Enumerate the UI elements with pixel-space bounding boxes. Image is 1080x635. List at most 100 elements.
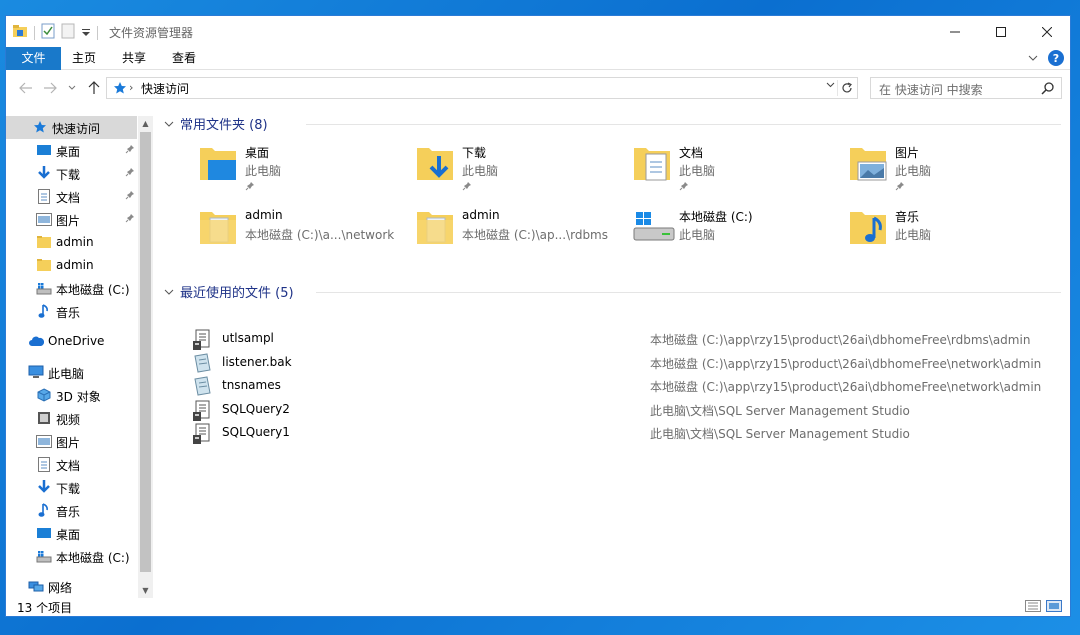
- collapse-chevron-icon: [164, 289, 174, 295]
- sidebar-item[interactable]: 下载: [6, 162, 137, 185]
- sql-file-icon: [192, 400, 212, 421]
- sidebar-item[interactable]: 此电脑: [6, 361, 137, 384]
- sidebar-item[interactable]: admin: [6, 231, 137, 254]
- details-view-icon[interactable]: [1025, 600, 1041, 615]
- sidebar-item-label: 桌面: [56, 528, 81, 542]
- tab-home[interactable]: 主页: [62, 47, 106, 70]
- item-count: 13 个项目: [17, 601, 73, 615]
- sidebar-item[interactable]: 图片: [6, 208, 137, 231]
- sidebar-item[interactable]: 文档: [6, 453, 137, 476]
- tile-location: 此电脑: [895, 164, 932, 178]
- sidebar-item[interactable]: 图片: [6, 430, 137, 453]
- sidebar-item[interactable]: 快速访问: [6, 116, 137, 139]
- help-icon[interactable]: ?: [1048, 50, 1064, 66]
- search-placeholder[interactable]: 在 快速访问 中搜索: [879, 81, 983, 98]
- drive-icon: [36, 280, 52, 296]
- scroll-down-icon[interactable]: ▼: [138, 583, 153, 598]
- music-icon: [36, 502, 52, 518]
- pin-icon[interactable]: [125, 189, 135, 203]
- sidebar-item[interactable]: 桌面: [6, 139, 137, 162]
- up-button[interactable]: [84, 78, 104, 98]
- folder-icon: [198, 206, 242, 250]
- recent-file-row[interactable]: SQLQuery1 此电脑\文档\SQL Server Management St…: [192, 421, 1062, 444]
- recent-file-row[interactable]: utlsampl 本地磁盘 (C:)\app\rzy15\product\26ai…: [192, 327, 1062, 350]
- music-folder-icon: [848, 206, 892, 250]
- tab-share[interactable]: 共享: [112, 47, 156, 70]
- tab-file[interactable]: 文件: [6, 47, 61, 70]
- large-icons-view-icon[interactable]: [1046, 600, 1062, 615]
- picture-folder-icon: [848, 142, 892, 186]
- folder-tile[interactable]: admin 本地磁盘 (C:)\a...\network: [198, 206, 408, 258]
- sidebar-item[interactable]: 音乐: [6, 499, 137, 522]
- new-folder-icon[interactable]: [61, 23, 75, 42]
- sidebar-item[interactable]: 本地磁盘 (C:): [6, 277, 137, 300]
- minimize-button[interactable]: [932, 16, 978, 47]
- folder-tile[interactable]: 桌面 此电脑: [198, 142, 408, 194]
- back-button[interactable]: [16, 78, 36, 98]
- tile-name: 图片: [895, 146, 920, 160]
- forward-button[interactable]: [40, 78, 60, 98]
- recent-file-row[interactable]: SQLQuery2 此电脑\文档\SQL Server Management St…: [192, 398, 1062, 421]
- bak-file-icon: [192, 352, 212, 373]
- sidebar-item-label: 音乐: [56, 306, 81, 320]
- folder-tile[interactable]: admin 本地磁盘 (C:)\ap...\rdbms: [415, 206, 625, 258]
- search-icon[interactable]: [1041, 81, 1055, 98]
- navigation-bar: › 快速访问 在 快速访问 中搜索: [6, 73, 1070, 103]
- tile-location: 此电脑: [245, 164, 282, 178]
- tile-location: 本地磁盘 (C:)\ap...\rdbms: [462, 228, 608, 242]
- sidebar-item[interactable]: admin: [6, 254, 137, 277]
- sidebar-item[interactable]: 视频: [6, 407, 137, 430]
- chevron-down-icon: [68, 85, 76, 90]
- address-dropdown-icon[interactable]: [826, 80, 835, 91]
- folder-tile[interactable]: 下载 此电脑: [415, 142, 625, 194]
- folder-tile[interactable]: 本地磁盘 (C:) 此电脑: [632, 206, 842, 258]
- expand-ribbon-icon[interactable]: [1028, 51, 1038, 65]
- address-path[interactable]: 快速访问: [141, 80, 189, 97]
- close-icon: [1042, 26, 1052, 37]
- close-button[interactable]: [1024, 16, 1070, 47]
- recent-file-row[interactable]: tnsnames 本地磁盘 (C:)\app\rzy15\product\26ai…: [192, 374, 1062, 397]
- folder-tile[interactable]: 文档 此电脑: [632, 142, 842, 194]
- maximize-button[interactable]: [978, 16, 1024, 47]
- breadcrumb-chevron-icon[interactable]: ›: [129, 81, 133, 94]
- frequent-folders-header[interactable]: 常用文件夹 (8): [164, 114, 268, 133]
- pin-icon[interactable]: [462, 180, 472, 194]
- file-name: utlsampl: [222, 331, 274, 345]
- picture-icon: [36, 211, 52, 227]
- sidebar-item[interactable]: 3D 对象: [6, 384, 137, 407]
- pin-icon[interactable]: [125, 166, 135, 180]
- pin-icon[interactable]: [895, 180, 905, 194]
- pin-icon[interactable]: [125, 143, 135, 157]
- tab-view[interactable]: 查看: [162, 47, 206, 70]
- customize-qat-icon[interactable]: [81, 26, 91, 40]
- sidebar-item[interactable]: 下载: [6, 476, 137, 499]
- address-bar[interactable]: › 快速访问: [106, 77, 858, 99]
- folder-tile[interactable]: 音乐 此电脑: [848, 206, 1058, 258]
- sidebar-item[interactable]: 本地磁盘 (C:): [6, 545, 137, 568]
- video-icon: [36, 410, 52, 426]
- sidebar-item[interactable]: OneDrive: [6, 330, 137, 353]
- scroll-up-icon[interactable]: ▲: [138, 116, 153, 131]
- folder-tile[interactable]: 图片 此电脑: [848, 142, 1058, 194]
- sidebar-item[interactable]: 音乐: [6, 300, 137, 323]
- search-box[interactable]: 在 快速访问 中搜索: [870, 77, 1062, 99]
- scrollbar-thumb[interactable]: [140, 132, 151, 572]
- recent-file-row[interactable]: listener.bak 本地磁盘 (C:)\app\rzy15\product\…: [192, 351, 1062, 374]
- file-path: 本地磁盘 (C:)\app\rzy15\product\26ai\dbhomeF…: [650, 356, 1042, 371]
- sidebar-item[interactable]: 网络: [6, 575, 137, 598]
- pin-icon[interactable]: [245, 180, 255, 194]
- sidebar-item[interactable]: 桌面: [6, 522, 137, 545]
- sidebar-item[interactable]: 文档: [6, 185, 137, 208]
- refresh-button[interactable]: [837, 80, 855, 96]
- status-bar: 13 个项目: [6, 597, 1070, 616]
- sidebar-item-label: 下载: [56, 482, 81, 496]
- explorer-icon[interactable]: [12, 23, 28, 42]
- recent-files-header[interactable]: 最近使用的文件 (5): [164, 282, 294, 301]
- properties-icon[interactable]: [41, 23, 55, 42]
- recent-locations-button[interactable]: [62, 78, 82, 98]
- tile-location: 此电脑: [462, 164, 499, 178]
- pin-icon[interactable]: [679, 180, 689, 194]
- pin-icon[interactable]: [125, 212, 135, 226]
- sidebar-item-label: 文档: [56, 459, 81, 473]
- sidebar-scrollbar[interactable]: ▲ ▼: [138, 116, 153, 598]
